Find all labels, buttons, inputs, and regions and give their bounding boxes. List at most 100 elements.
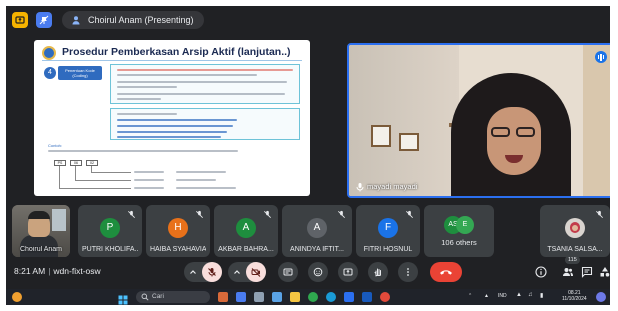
start-button[interactable]: [118, 292, 128, 305]
app-icon[interactable]: [380, 292, 390, 302]
participant-tile[interactable]: P PUTRI KHOLIFA...: [78, 205, 142, 257]
clock-date: 11/10/2024: [562, 296, 587, 302]
taskbar-search[interactable]: Cari: [136, 291, 210, 303]
participant-tile-self[interactable]: Choirul Anam: [12, 205, 70, 257]
participant-tile[interactable]: TSANIA SALSA...: [540, 205, 610, 257]
windows-icon: [118, 295, 128, 305]
present-now-button[interactable]: [338, 262, 358, 282]
shared-screen-button[interactable]: [12, 12, 28, 28]
wall-frame: [371, 125, 391, 147]
code-box: 06: [70, 160, 82, 166]
mic-off-icon: [196, 210, 203, 218]
other-participants-tile[interactable]: AS E 106 others: [424, 205, 494, 257]
word-icon[interactable]: [362, 292, 372, 302]
participant-avatar: H: [168, 218, 188, 238]
participant-name: Choirul Anam: [19, 246, 63, 253]
step-label: Penentuan Kode (Coding): [58, 66, 102, 80]
microphone-control[interactable]: [184, 262, 222, 282]
participant-name: PUTRI KHOLIFA...: [82, 246, 138, 253]
meeting-separator: |: [48, 266, 51, 276]
info-icon: [535, 266, 547, 278]
presenter-label: Choirul Anam (Presenting): [88, 15, 194, 25]
participant-avatar: A: [236, 218, 256, 238]
more-vertical-icon: [407, 268, 409, 276]
mic-options-button[interactable]: [184, 262, 202, 282]
hand-icon: [374, 268, 381, 277]
chat-button[interactable]: [580, 265, 594, 279]
more-options-button[interactable]: [398, 262, 418, 282]
slide-divider: [42, 60, 302, 61]
mic-off-icon: [208, 268, 216, 277]
mic-off-icon: [128, 210, 135, 218]
speaking-indicator-icon: [595, 51, 607, 63]
battery-icon[interactable]: ▮: [540, 292, 543, 299]
chat-icon: [581, 266, 593, 278]
raise-hand-button[interactable]: [368, 262, 388, 282]
institution-logo: [42, 46, 56, 60]
camera-options-button[interactable]: [228, 262, 246, 282]
reactions-button[interactable]: [308, 262, 328, 282]
app-icon[interactable]: [344, 292, 354, 302]
participant-name: AKBAR BAHRA...: [218, 246, 274, 253]
people-icon: [563, 268, 573, 276]
participant-name: HAIBA SYAHAVIA: [150, 246, 206, 253]
taskbar-clock[interactable]: 08.21 11/10/2024: [562, 290, 587, 302]
tray-chevron-icon[interactable]: ⌃: [468, 293, 472, 299]
mic-toggle-button[interactable]: [202, 262, 222, 282]
crossed-pin-icon: [39, 15, 49, 25]
camera-control[interactable]: [228, 262, 266, 282]
meeting-code: wdn-fixt-osw: [53, 266, 101, 276]
people-button[interactable]: [561, 265, 575, 279]
camera-off-icon: [251, 268, 261, 277]
edge-icon[interactable]: [326, 292, 336, 302]
participant-tile[interactable]: H HAIBA SYAHAVIA: [146, 205, 210, 257]
example-label: Contoh:: [48, 143, 63, 148]
meeting-time: 8:21 AM: [14, 266, 46, 276]
person-icon: [72, 16, 80, 25]
end-call-icon: [440, 270, 452, 275]
keyboard-language[interactable]: IND: [498, 293, 507, 299]
settings-icon[interactable]: [272, 292, 282, 302]
participant-avatar: A: [307, 218, 327, 238]
layout-button[interactable]: [36, 12, 52, 28]
search-icon: [141, 293, 149, 301]
slide-text-box: [110, 64, 300, 104]
participant-tile[interactable]: F FITRI HOSNUL: [356, 205, 420, 257]
notification-icon[interactable]: [596, 292, 606, 302]
emoji-icon: [313, 267, 323, 277]
step-number: 4: [44, 67, 56, 79]
others-count-label: 106 others: [441, 238, 477, 247]
wifi-icon[interactable]: ▲: [516, 292, 522, 298]
meeting-details: 8:21 AM | wdn-fixt-osw: [14, 266, 101, 276]
participant-avatar: E: [456, 216, 474, 234]
code-box: 02: [86, 160, 98, 166]
participant-name: FITRI HOSNUL: [363, 246, 413, 253]
participant-tile[interactable]: A ANINDYA IFTIT...: [282, 205, 352, 257]
top-bar: Choirul Anam (Presenting): [6, 6, 610, 32]
participant-avatar: F: [378, 218, 398, 238]
camera-toggle-button[interactable]: [246, 262, 266, 282]
weather-widget-icon[interactable]: [12, 292, 22, 302]
mic-off-icon: [596, 210, 603, 218]
participant-avatar: [565, 218, 585, 238]
app-icon[interactable]: [236, 292, 246, 302]
app-icon[interactable]: [218, 292, 228, 302]
present-screen-icon: [343, 268, 353, 276]
mic-off-icon: [406, 210, 413, 218]
app-icon[interactable]: [254, 292, 264, 302]
presenting-indicator[interactable]: Choirul Anam (Presenting): [62, 11, 204, 29]
activities-button[interactable]: [598, 265, 610, 279]
tray-app-icon[interactable]: ▲: [484, 293, 489, 299]
folder-icon[interactable]: [290, 292, 300, 302]
leave-call-button[interactable]: [430, 262, 462, 282]
shared-presentation: Prosedur Pemberkasan Arsip Aktif (lanjut…: [34, 40, 310, 196]
people-count-badge: 115: [565, 256, 580, 264]
participant-name: ANINDYA IFTIT...: [290, 246, 344, 253]
volume-icon[interactable]: ♫: [528, 292, 533, 298]
meeting-info-button[interactable]: [534, 265, 548, 279]
captions-button[interactable]: [278, 262, 298, 282]
active-speaker-tile[interactable]: mayadi mayadi: [347, 43, 610, 198]
participant-tile[interactable]: A AKBAR BAHRA...: [214, 205, 278, 257]
chrome-icon[interactable]: [308, 292, 318, 302]
mic-off-icon: [338, 210, 345, 218]
